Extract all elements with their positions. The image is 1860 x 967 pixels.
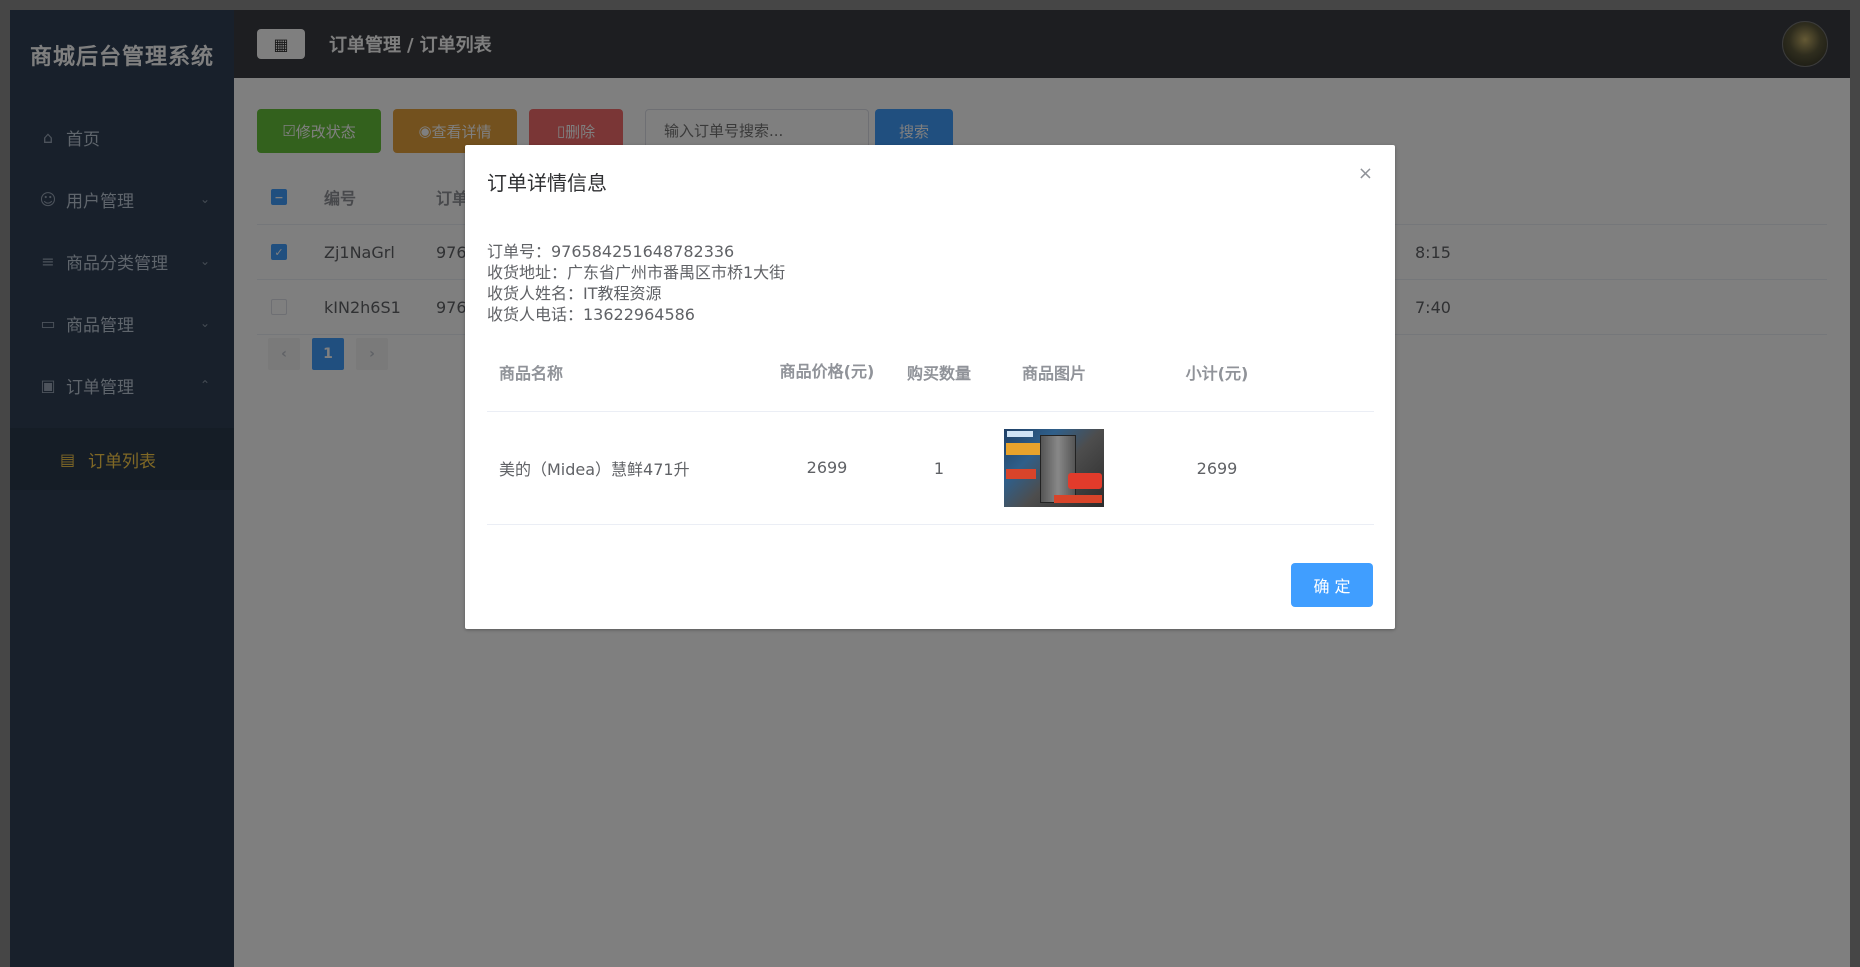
column-header-image: 商品图片 (1021, 364, 1086, 383)
shipping-address: 收货地址：广东省广州市番禺区市桥1大街 (487, 263, 786, 282)
cell-image (1004, 412, 1104, 524)
table-row: 美的（Midea）慧鲜471升 2699 1 2699 (487, 412, 1374, 525)
table-header-row: 商品名称 商品价格(元) 购买数量 商品图片 小计(元) (487, 333, 1374, 412)
cell-product-name: 美的（Midea）慧鲜471升 (499, 460, 690, 479)
column-header-qty: 购买数量 (906, 364, 971, 383)
receiver-name: 收货人姓名：IT教程资源 (487, 284, 662, 303)
order-detail-dialog: 订单详情信息 × 订单号：976584251648782336 收货地址：广东省… (465, 145, 1395, 629)
order-number: 订单号：976584251648782336 (487, 242, 735, 261)
close-icon[interactable]: × (1358, 163, 1373, 184)
dialog-title: 订单详情信息 (487, 171, 607, 195)
column-header-name: 商品名称 (499, 364, 564, 383)
receiver-phone: 收货人电话：13622964586 (487, 305, 695, 324)
cell-price: 2699 (806, 458, 848, 477)
cell-subtotal: 2699 (1196, 458, 1238, 478)
order-items-table: 商品名称 商品价格(元) 购买数量 商品图片 小计(元) 美的（Midea）慧鲜… (487, 333, 1374, 525)
column-header-subtotal: 小计(元) (1185, 364, 1249, 383)
confirm-button[interactable]: 确 定 (1291, 563, 1373, 607)
cell-qty: 1 (933, 458, 945, 478)
product-image (1004, 429, 1104, 507)
order-info: 订单号：976584251648782336 收货地址：广东省广州市番禺区市桥1… (487, 241, 785, 325)
column-header-price: 商品价格(元) (779, 362, 875, 381)
